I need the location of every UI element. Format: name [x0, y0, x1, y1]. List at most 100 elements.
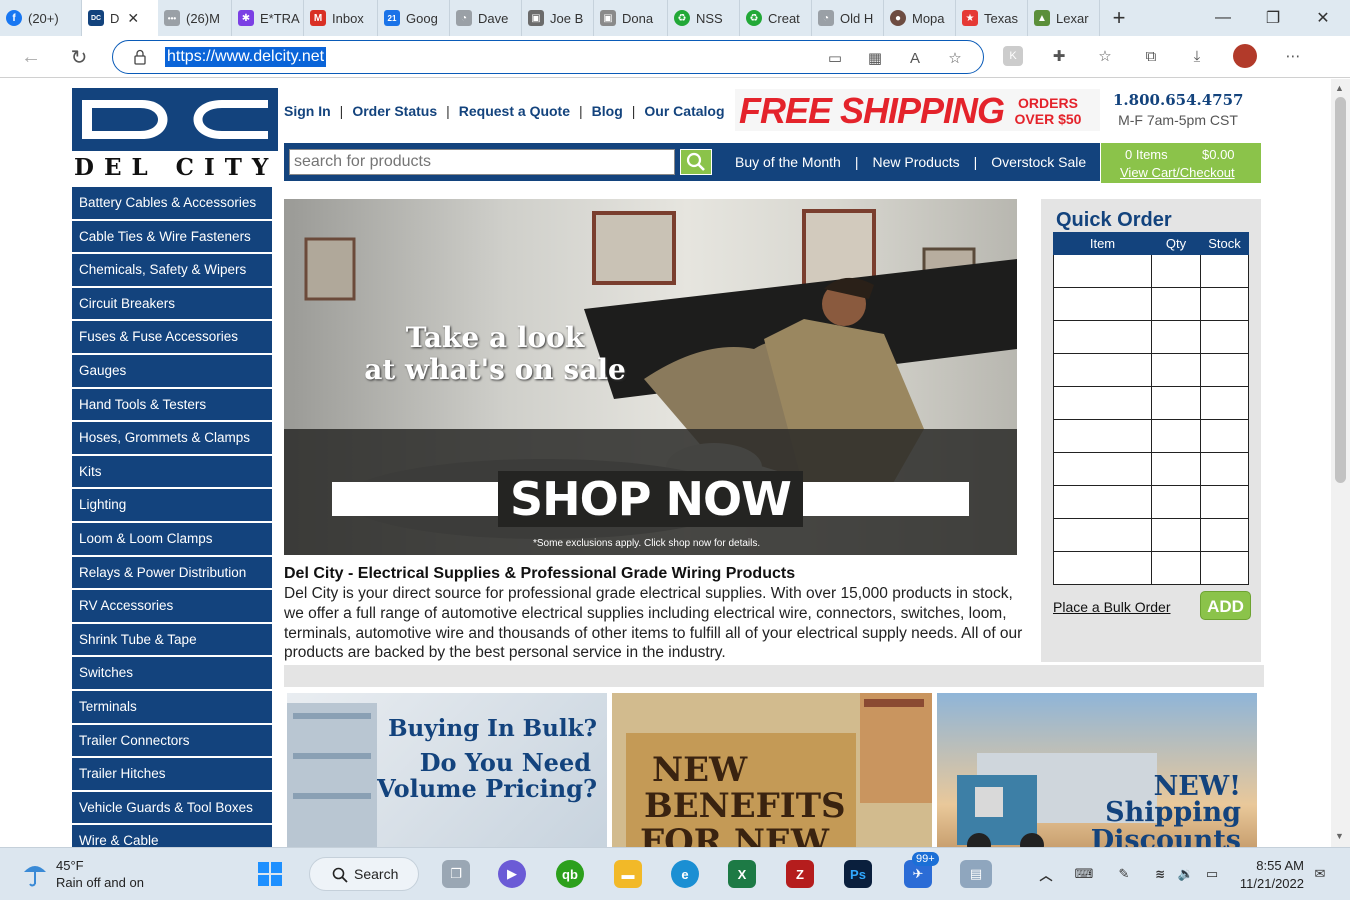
wifi-icon[interactable]: ≋: [1146, 860, 1174, 888]
category-item[interactable]: Lighting: [72, 489, 272, 523]
request-quote-link[interactable]: Request a Quote: [459, 103, 570, 119]
teams-chat-icon[interactable]: ▶: [498, 860, 526, 888]
overstock-sale-link[interactable]: Overstock Sale: [991, 154, 1086, 170]
qty-cell[interactable]: [1151, 320, 1201, 354]
extension-icon[interactable]: K: [1003, 46, 1023, 66]
qr-code-icon[interactable]: ▦: [865, 48, 885, 68]
qty-cell[interactable]: [1151, 485, 1201, 519]
promo-bulk-pricing[interactable]: Buying In Bulk? Do You Need Volume Prici…: [287, 693, 607, 847]
item-cell[interactable]: [1053, 254, 1152, 288]
tab-4[interactable]: ✱ E*TRA: [232, 0, 304, 36]
item-cell[interactable]: [1053, 551, 1152, 585]
category-item[interactable]: Hand Tools & Testers: [72, 388, 272, 423]
weather-widget[interactable]: 45°F Rain off and on: [20, 858, 144, 893]
tab-11[interactable]: ♻ Creat: [740, 0, 812, 36]
notifications-icon[interactable]: ✉: [1306, 860, 1334, 888]
category-item[interactable]: Shrink Tube & Tape: [72, 623, 272, 658]
app-available-icon[interactable]: ▭: [825, 48, 845, 68]
category-item[interactable]: Fuses & Fuse Accessories: [72, 321, 272, 355]
category-item[interactable]: Loom & Loom Clamps: [72, 522, 272, 557]
search-button[interactable]: [680, 149, 712, 175]
qty-cell[interactable]: [1151, 518, 1201, 552]
collections-icon[interactable]: ⧉: [1141, 46, 1161, 66]
sign-in-link[interactable]: Sign In: [284, 103, 331, 119]
category-item[interactable]: Cable Ties & Wire Fasteners: [72, 220, 272, 255]
buy-of-month-link[interactable]: Buy of the Month: [735, 154, 841, 170]
tab-14[interactable]: ★ Texas: [956, 0, 1028, 36]
tab-15[interactable]: ▲ Lexar: [1028, 0, 1100, 36]
filezilla-icon[interactable]: Z: [786, 860, 814, 888]
tab-3[interactable]: ••• (26)M: [158, 0, 232, 36]
battery-icon[interactable]: ▭: [1198, 860, 1226, 888]
tab-delcity[interactable]: DC D ✕: [82, 0, 158, 36]
tab-13[interactable]: ● Mopa: [884, 0, 956, 36]
tab-9[interactable]: ▣ Dona: [594, 0, 668, 36]
qty-cell[interactable]: [1151, 287, 1201, 321]
edge-browser-icon[interactable]: e: [671, 860, 699, 888]
qty-cell[interactable]: [1151, 386, 1201, 420]
touch-keyboard-icon[interactable]: ⌨: [1070, 860, 1098, 888]
qty-cell[interactable]: [1151, 452, 1201, 486]
qty-cell[interactable]: [1151, 419, 1201, 453]
catalog-link[interactable]: Our Catalog: [644, 103, 724, 119]
maximize-icon[interactable]: ❐: [1248, 0, 1298, 36]
show-hidden-icons[interactable]: ︿: [1032, 860, 1060, 888]
category-item[interactable]: Chemicals, Safety & Wipers: [72, 254, 272, 288]
tab-8[interactable]: ▣ Joe B: [522, 0, 594, 36]
blog-link[interactable]: Blog: [592, 103, 623, 119]
category-item[interactable]: Terminals: [72, 690, 272, 725]
tab-facebook[interactable]: f (20+): [0, 0, 82, 36]
scroll-up-icon[interactable]: ▲: [1335, 83, 1344, 93]
url-field[interactable]: https://www.delcity.net ▭ ▦ A ☆: [112, 40, 984, 74]
refresh-icon[interactable]: ↻: [66, 44, 92, 70]
item-cell[interactable]: [1053, 452, 1152, 486]
scrollbar-thumb[interactable]: [1335, 97, 1346, 483]
cart-summary[interactable]: 0 Items $0.00 View Cart/Checkout: [1101, 143, 1261, 183]
category-item[interactable]: Kits: [72, 455, 272, 490]
add-favorite-icon[interactable]: ☆: [945, 48, 965, 68]
category-item[interactable]: RV Accessories: [72, 590, 272, 624]
shop-now-button[interactable]: SHOP NOW: [498, 471, 803, 527]
category-item[interactable]: Circuit Breakers: [72, 287, 272, 322]
category-item[interactable]: Gauges: [72, 354, 272, 389]
new-tab-button[interactable]: +: [1104, 5, 1134, 31]
downloads-icon[interactable]: ⤓: [1187, 46, 1207, 66]
delcity-logo[interactable]: DEL CITY: [72, 88, 278, 181]
read-aloud-icon[interactable]: A: [905, 48, 925, 68]
qty-cell[interactable]: [1151, 353, 1201, 387]
qty-cell[interactable]: [1151, 551, 1201, 585]
category-item[interactable]: Battery Cables & Accessories: [72, 187, 272, 221]
favorites-icon[interactable]: ☆: [1095, 46, 1115, 66]
quickbooks-icon[interactable]: qb: [556, 860, 584, 888]
minimize-icon[interactable]: —: [1198, 0, 1248, 36]
item-cell[interactable]: [1053, 419, 1152, 453]
item-cell[interactable]: [1053, 485, 1152, 519]
more-menu-icon[interactable]: ⋯: [1283, 46, 1303, 66]
phone-number[interactable]: 1.800.654.4757: [1113, 91, 1243, 109]
new-products-link[interactable]: New Products: [872, 154, 959, 170]
order-status-link[interactable]: Order Status: [352, 103, 437, 119]
tab-7[interactable]: ◔ Dave: [450, 0, 522, 36]
profile-avatar[interactable]: [1233, 44, 1257, 68]
tab-5[interactable]: M Inbox: [304, 0, 378, 36]
photoshop-icon[interactable]: Ps: [844, 860, 872, 888]
hero-banner[interactable]: Take a look at what's on sale SHOP NOW *…: [284, 199, 1017, 555]
item-cell[interactable]: [1053, 320, 1152, 354]
category-item[interactable]: Relays & Power Distribution: [72, 556, 272, 591]
item-cell[interactable]: [1053, 518, 1152, 552]
add-button[interactable]: ADD: [1200, 591, 1251, 620]
pen-icon[interactable]: ✎: [1110, 860, 1138, 888]
promo-shipping-discounts[interactable]: NEW! Shipping Discounts: [937, 693, 1257, 847]
item-cell[interactable]: [1053, 287, 1152, 321]
item-cell[interactable]: [1053, 353, 1152, 387]
bulk-order-link[interactable]: Place a Bulk Order: [1053, 599, 1171, 615]
product-search-input[interactable]: [289, 149, 675, 175]
volume-icon[interactable]: 🔉: [1172, 860, 1200, 888]
category-item[interactable]: Trailer Connectors: [72, 724, 272, 759]
category-item[interactable]: Hoses, Grommets & Clamps: [72, 422, 272, 456]
qty-cell[interactable]: [1151, 254, 1201, 288]
windows-start-icon[interactable]: [256, 860, 284, 888]
task-view-icon[interactable]: ❐: [442, 860, 470, 888]
free-shipping-banner[interactable]: FREE SHIPPING ORDERS OVER $50: [735, 89, 1100, 131]
system-clock[interactable]: 8:55 AM 11/21/2022: [1238, 858, 1304, 891]
